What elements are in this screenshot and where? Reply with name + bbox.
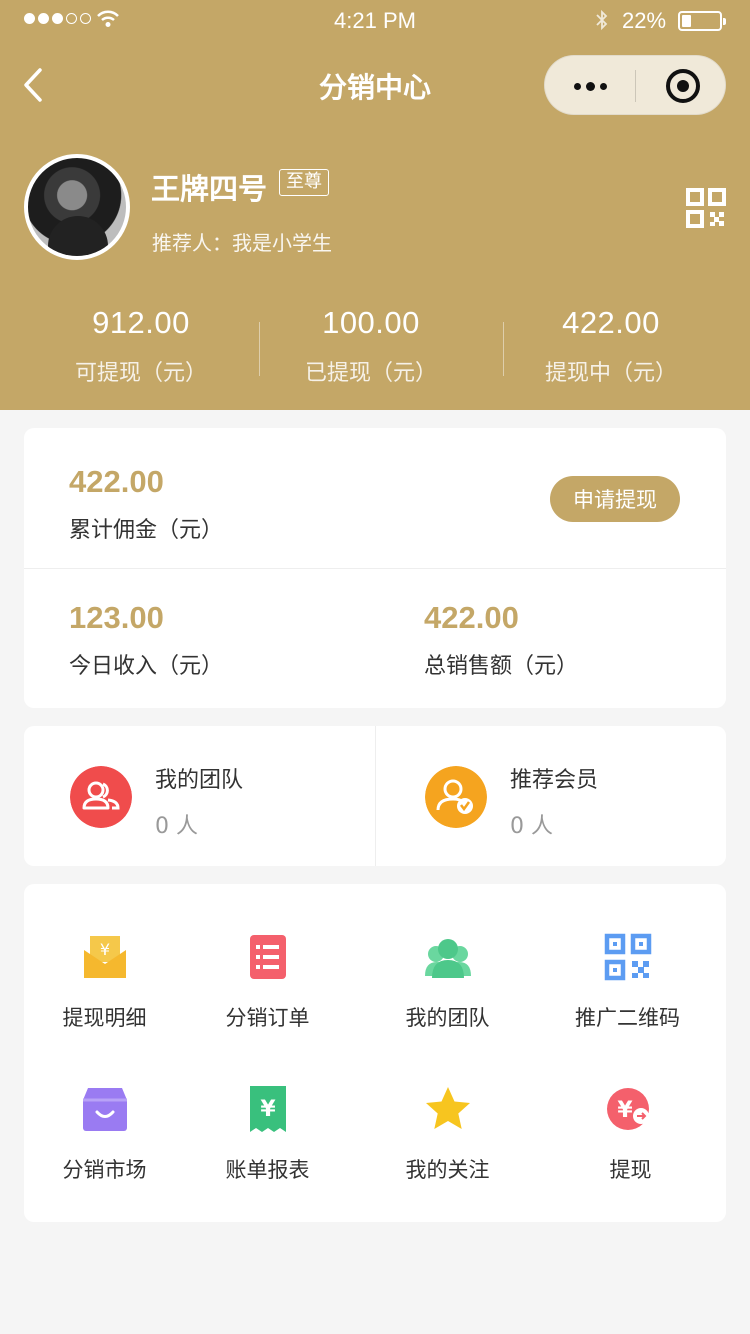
menu-grid: ¥ 提现明细 分销订单 我的团队 推广二维码 分销市场 ¥ 账单报表 我的关注 … xyxy=(24,884,726,1222)
order-list-icon xyxy=(249,935,286,979)
menu-label: 分销市场 xyxy=(62,1158,147,1182)
team-icon xyxy=(70,766,132,828)
menu-item-orders[interactable]: 分销订单 xyxy=(180,932,355,1032)
my-team-label: 我的团队 xyxy=(155,768,244,793)
total-sales-label: 总销售额（元） xyxy=(424,654,579,679)
menu-item-withdraw-detail[interactable]: ¥ 提现明细 xyxy=(17,932,192,1032)
svg-text:¥: ¥ xyxy=(99,940,109,959)
nav-bar: 分销中心 xyxy=(0,40,750,132)
star-icon xyxy=(425,1087,470,1129)
my-team-entry[interactable]: 我的团队 0 人 xyxy=(24,726,375,866)
withdraw-detail-icon: ¥ xyxy=(83,936,126,978)
menu-label: 我的团队 xyxy=(405,1006,490,1030)
cash-out-icon: ¥ xyxy=(606,1088,649,1130)
total-commission-value: 422.00 xyxy=(69,464,164,499)
pending-value: 422.00 xyxy=(562,305,660,340)
total-commission-label: 累计佣金（元） xyxy=(69,518,224,543)
menu-label: 提现明细 xyxy=(62,1006,147,1030)
referral-label: 推荐会员 xyxy=(510,768,599,793)
mini-program-capsule xyxy=(544,55,726,115)
today-income-label: 今日收入（元） xyxy=(69,654,224,679)
withdrawable-value: 912.00 xyxy=(92,305,190,340)
market-icon xyxy=(82,1088,127,1131)
apply-withdraw-button[interactable]: 申请提现 xyxy=(550,476,680,522)
qr-code-icon[interactable] xyxy=(686,188,726,228)
avatar[interactable] xyxy=(24,154,130,260)
qr-code-icon xyxy=(604,933,651,981)
menu-item-qr-code[interactable]: 推广二维码 xyxy=(540,932,715,1032)
team-card: 我的团队 0 人 推荐会员 0 人 xyxy=(24,726,726,866)
user-name: 王牌四号 xyxy=(151,172,268,206)
close-icon[interactable] xyxy=(666,69,700,103)
capsule-divider xyxy=(635,70,636,102)
svg-text:¥: ¥ xyxy=(617,1098,633,1123)
referral-entry[interactable]: 推荐会员 0 人 xyxy=(376,726,726,866)
member-icon xyxy=(425,766,487,828)
header-banner: 4:21 PM 22% 分销中心 王牌四号 至尊 推荐人：我是小学生 912.0… xyxy=(0,0,750,410)
today-income-value: 123.00 xyxy=(69,600,164,635)
team-icon xyxy=(424,939,471,978)
pending-label: 提现中（元） xyxy=(544,361,677,386)
card-divider xyxy=(24,568,726,569)
my-team-count: 0 人 xyxy=(155,814,198,839)
menu-item-market[interactable]: 分销市场 xyxy=(17,1084,192,1184)
menu-item-favorites[interactable]: 我的关注 xyxy=(360,1084,535,1184)
menu-label: 分销订单 xyxy=(225,1006,310,1030)
withdrawable-stat: 912.00 可提现（元） xyxy=(21,305,261,387)
battery-percent: 22% xyxy=(622,8,667,33)
total-sales-value: 422.00 xyxy=(424,600,519,635)
pending-stat: 422.00 提现中（元） xyxy=(491,305,731,387)
level-badge: 至尊 xyxy=(279,169,329,196)
withdrawn-stat: 100.00 已提现（元） xyxy=(251,305,491,387)
more-icon[interactable] xyxy=(545,56,635,116)
menu-label: 提现 xyxy=(609,1158,652,1182)
commission-card: 422.00 累计佣金（元） 申请提现 123.00 今日收入（元） 422.0… xyxy=(24,428,726,708)
menu-label: 推广二维码 xyxy=(575,1006,680,1030)
referral-count: 0 人 xyxy=(510,814,553,839)
withdrawn-label: 已提现（元） xyxy=(304,361,437,386)
withdrawable-label: 可提现（元） xyxy=(74,361,207,386)
menu-item-bill-report[interactable]: ¥ 账单报表 xyxy=(180,1084,355,1184)
bill-report-icon: ¥ xyxy=(249,1086,286,1132)
status-bar: 4:21 PM 22% xyxy=(0,0,750,40)
withdrawn-value: 100.00 xyxy=(322,305,420,340)
bluetooth-icon xyxy=(596,9,608,31)
menu-item-cash-out[interactable]: ¥ 提现 xyxy=(543,1084,718,1184)
svg-text:¥: ¥ xyxy=(260,1097,276,1122)
battery-icon xyxy=(678,11,726,31)
referrer-text: 推荐人：我是小学生 xyxy=(152,231,332,255)
menu-item-my-team[interactable]: 我的团队 xyxy=(360,932,535,1032)
menu-label: 我的关注 xyxy=(405,1158,490,1182)
menu-label: 账单报表 xyxy=(225,1158,310,1182)
